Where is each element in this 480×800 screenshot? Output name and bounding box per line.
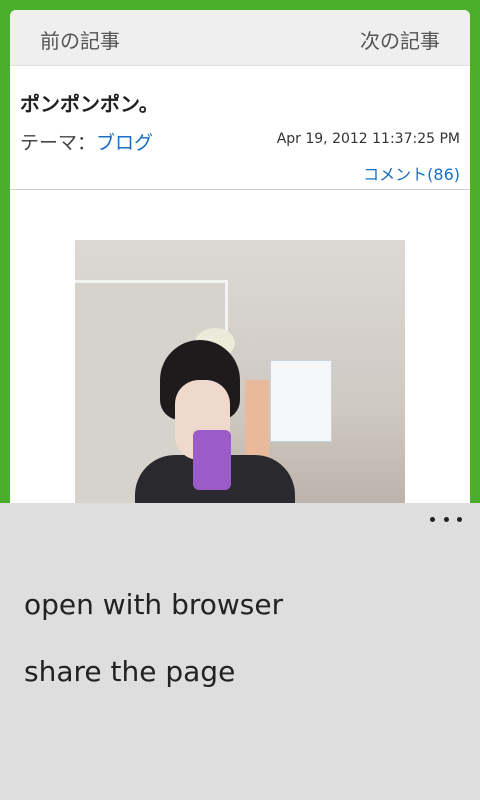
photo-wall-paper [270, 360, 332, 442]
previous-article-link[interactable]: 前の記事 [40, 25, 120, 54]
comments-link[interactable]: コメント(86) [363, 161, 460, 185]
next-article-link[interactable]: 次の記事 [360, 25, 440, 54]
article-photo[interactable] [75, 240, 405, 520]
photo-phone [193, 430, 231, 490]
article-title: ポンポンポン。 [20, 92, 159, 116]
share-page-item[interactable]: share the page [24, 655, 235, 688]
article-navbar: 前の記事 次の記事 [10, 10, 470, 66]
theme-row: テーマ：ブログ [20, 128, 153, 155]
open-with-browser-item[interactable]: open with browser [24, 588, 283, 621]
app-bar-menu: open with browser share the page [0, 503, 480, 800]
theme-label: テーマ： [20, 132, 97, 154]
header-divider [10, 189, 470, 190]
post-date: Apr 19, 2012 11:37:25 PM [276, 131, 460, 147]
theme-link[interactable]: ブログ [96, 132, 153, 154]
ellipsis-icon[interactable] [430, 511, 462, 527]
